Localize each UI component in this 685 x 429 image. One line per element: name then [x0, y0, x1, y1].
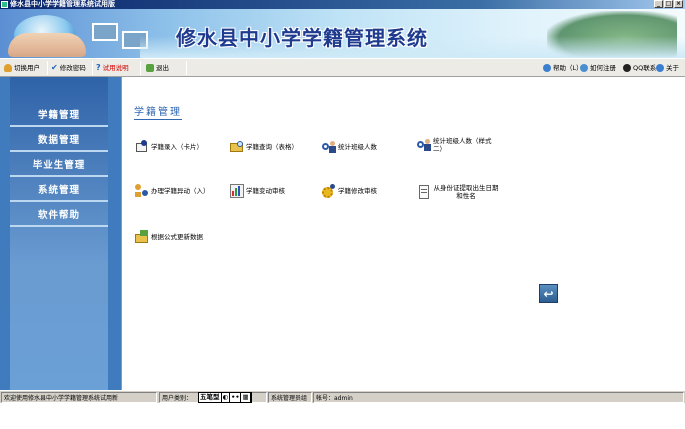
- change-password-button[interactable]: ✔ 修改密码: [51, 62, 86, 74]
- exit-button[interactable]: 退出: [146, 62, 169, 74]
- gear-person-icon: [322, 184, 336, 198]
- title-bar: 修水县中小学学籍管理系统试用版 _ □ ×: [0, 0, 685, 9]
- menu-item-label: 学籍录入（卡片）: [151, 143, 203, 151]
- input-method-bar[interactable]: 五笔型 ◐ •• ▦: [198, 392, 252, 403]
- help-question-icon: ?: [96, 63, 101, 72]
- ime-halfwidth-icon[interactable]: ◐: [222, 393, 231, 402]
- document-icon: [417, 185, 431, 199]
- switch-user-icon: [4, 64, 12, 72]
- magnifier-person-icon: [322, 140, 336, 154]
- transfer-people-icon: [135, 184, 149, 198]
- photo-thumbnail: [92, 23, 118, 41]
- exit-icon: [146, 64, 154, 72]
- welcome-text: 欢迎使用修水县中小学学籍管理系统试用新: [1, 392, 157, 403]
- qq-contact-button[interactable]: QQ联系: [623, 62, 656, 74]
- extract-from-id-button[interactable]: 从身份证提取出生日期和性名: [417, 184, 499, 200]
- sidebar: 学籍管理 数据管理 毕业生管理 系统管理 软件帮助: [0, 77, 121, 390]
- student-card-entry-button[interactable]: 学籍录入（卡片）: [135, 140, 203, 154]
- menu-item-label: 办理学籍异动（入）: [151, 187, 210, 195]
- sidebar-item-label: 软件帮助: [37, 210, 80, 221]
- switch-user-label: 切换用户: [14, 64, 40, 72]
- student-query-button[interactable]: 学籍查询（表格）: [230, 140, 298, 154]
- section-title: 学籍管理: [134, 103, 182, 120]
- about-label: 关于: [666, 64, 679, 72]
- hands-image: [8, 33, 86, 57]
- user-type-value: 系统管理员组: [268, 392, 312, 403]
- help-button[interactable]: 帮助（L）: [543, 62, 583, 74]
- folder-formula-icon: [135, 230, 149, 244]
- window-bottom-area: [0, 403, 685, 429]
- about-button[interactable]: 关于: [656, 62, 679, 74]
- close-button[interactable]: ×: [674, 0, 683, 8]
- edit-review-button[interactable]: 学籍修改审核: [322, 184, 377, 198]
- sidebar-item-label: 学籍管理: [37, 110, 80, 121]
- register-button[interactable]: 如何注册: [580, 62, 616, 74]
- sidebar-item-data[interactable]: 数据管理: [10, 130, 108, 152]
- folder-search-icon: [230, 140, 244, 154]
- class-count-button[interactable]: 统计班级人数: [322, 140, 377, 154]
- qq-icon: [623, 64, 631, 72]
- menu-item-label: 学籍查询（表格）: [246, 143, 298, 151]
- card-entry-icon: [135, 140, 149, 154]
- window-title: 修水县中小学学籍管理系统试用版: [10, 0, 115, 8]
- banner-title: 修水县中小学学籍管理系统: [176, 26, 428, 50]
- sidebar-item-label: 系统管理: [37, 185, 80, 196]
- ime-punctuation-icon[interactable]: ••: [230, 393, 242, 402]
- app-icon: [1, 1, 8, 8]
- header-banner: 修水县中小学学籍管理系统: [0, 9, 685, 58]
- sidebar-item-label: 毕业生管理: [32, 160, 86, 171]
- status-bar: 欢迎使用修水县中小学学籍管理系统试用新 用户类别： 五笔型 ◐ •• ▦ 系统管…: [0, 390, 685, 403]
- register-icon: [580, 64, 588, 72]
- back-button[interactable]: ↩: [539, 284, 558, 303]
- toolbar: 切换用户 ✔ 修改密码 ? 试用说明 退出 帮助（L） 如何注册 QQ联系 关于: [0, 58, 685, 77]
- sidebar-item-student-records[interactable]: 学籍管理: [10, 105, 108, 127]
- menu-item-label: 学籍修改审核: [338, 187, 377, 195]
- trial-info-label: 试用说明: [102, 64, 129, 72]
- class-count-style2-button[interactable]: 统计班级人数（样式二）: [417, 137, 499, 153]
- change-password-label: 修改密码: [59, 64, 86, 72]
- checkmark-icon: ✔: [51, 63, 58, 72]
- switch-user-button[interactable]: 切换用户: [4, 62, 40, 74]
- magnifier-person-icon: [417, 138, 431, 152]
- transfer-in-button[interactable]: 办理学籍异动（入）: [135, 184, 210, 198]
- menu-item-label: 学籍变动审核: [246, 187, 285, 195]
- main-panel: 学籍管理 学籍录入（卡片） 学籍查询（表格） 统计班级人数 统计班级人数（样式二…: [121, 77, 685, 390]
- sidebar-item-label: 数据管理: [37, 135, 80, 146]
- menu-item-label: 统计班级人数（样式二）: [433, 137, 492, 153]
- change-review-button[interactable]: 学籍变动审核: [230, 184, 285, 198]
- qq-contact-label: QQ联系: [633, 64, 657, 72]
- menu-item-label: 统计班级人数: [338, 143, 377, 151]
- help-icon: [543, 64, 551, 72]
- ime-keyboard-icon[interactable]: ▦: [241, 393, 251, 402]
- menu-item-label: 从身份证提取出生日期和性名: [433, 184, 499, 200]
- menu-item-label: 根据公式更新数据: [151, 233, 203, 241]
- account-text: 帐号：admin: [313, 392, 684, 403]
- register-label: 如何注册: [590, 64, 616, 72]
- sidebar-item-help[interactable]: 软件帮助: [10, 205, 108, 227]
- exit-label: 退出: [156, 64, 169, 72]
- ime-mode[interactable]: 五笔型: [199, 393, 222, 402]
- back-arrow-icon: ↩: [543, 286, 554, 301]
- help-label: 帮助（L）: [553, 64, 583, 72]
- sidebar-item-graduates[interactable]: 毕业生管理: [10, 155, 108, 177]
- sidebar-item-system[interactable]: 系统管理: [10, 180, 108, 202]
- about-icon: [656, 64, 664, 72]
- minimize-button[interactable]: _: [654, 0, 663, 8]
- chart-icon: [230, 184, 244, 198]
- formula-update-button[interactable]: 根据公式更新数据: [135, 230, 203, 244]
- trial-info-button[interactable]: ? 试用说明: [96, 62, 129, 74]
- maximize-button[interactable]: □: [664, 0, 673, 8]
